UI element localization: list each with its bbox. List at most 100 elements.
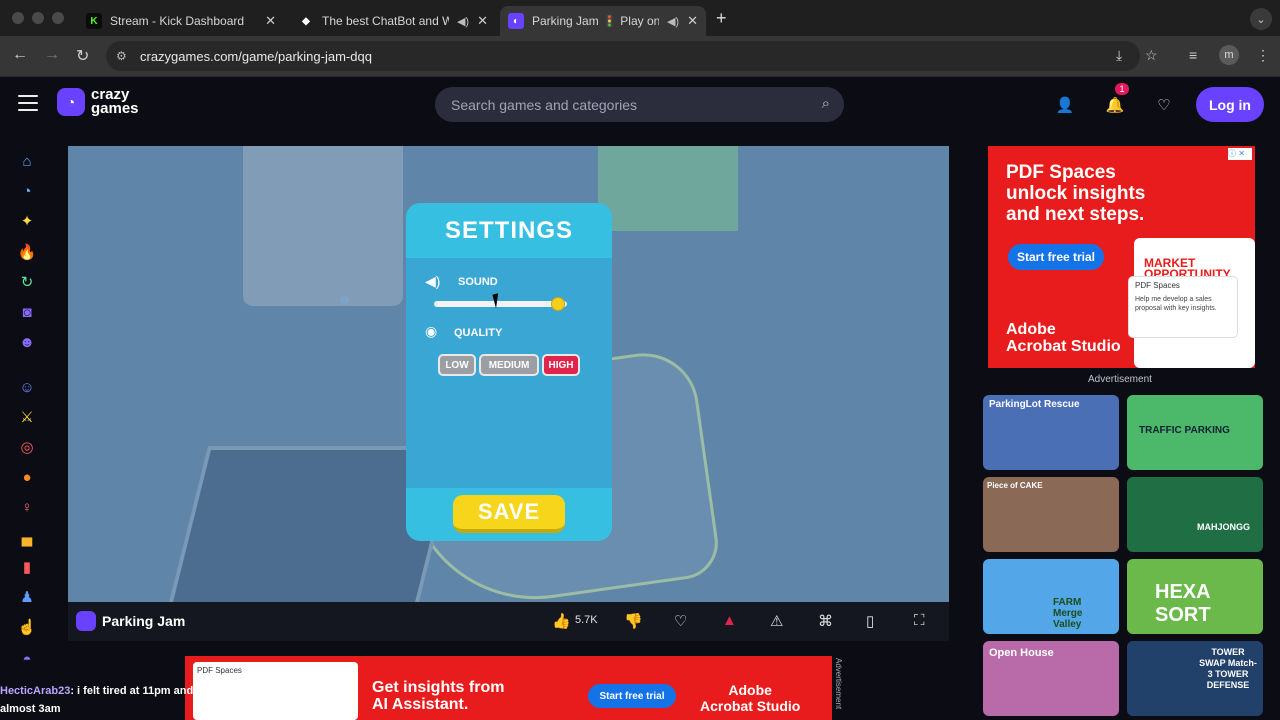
ad-start-trial-button[interactable]: Start free trial — [1008, 244, 1104, 270]
notification-bell-icon[interactable]: 🔔 — [1100, 90, 1130, 120]
two-player-icon[interactable]: ☺ — [18, 378, 36, 396]
adventure-compass-icon[interactable]: ◎ — [18, 438, 36, 456]
search-input[interactable]: Search games and categories ⌕ — [435, 87, 844, 122]
speaker-icon[interactable]: ◀) — [457, 15, 469, 28]
recent-icon[interactable]: ◔ — [18, 182, 36, 200]
reading-list-icon[interactable]: ≡ — [1189, 47, 1197, 63]
back-arrow-icon[interactable]: ← — [12, 46, 28, 64]
speaker-icon[interactable]: ◀) — [667, 15, 679, 28]
ad-headline: PDF Spaces unlock insights and next step… — [1006, 162, 1146, 225]
close-tab-icon[interactable]: ✕ — [687, 13, 698, 29]
updated-icon[interactable]: ↻ — [18, 273, 36, 291]
close-window-dot[interactable] — [12, 12, 24, 24]
crazygames-logo[interactable]: ◔ crazy games — [57, 87, 139, 116]
tab-search-chevron-icon[interactable]: ⌄ — [1250, 8, 1272, 30]
trending-fire-icon[interactable]: 🔥 — [18, 243, 37, 261]
forward-arrow-icon[interactable]: → — [44, 46, 60, 64]
site-info-icon[interactable]: ⚙ — [116, 49, 127, 63]
friends-icon[interactable]: 👤 — [1050, 90, 1080, 120]
originals-icon[interactable]: ◙ — [18, 303, 36, 321]
chatbot-favicon-icon: ◆ — [302, 15, 310, 27]
ad-start-trial-button[interactable]: Start free trial — [588, 684, 676, 708]
ad-brand-line1: Adobe — [1006, 321, 1056, 338]
game-thumbnail[interactable]: HEXA SORT — [1127, 559, 1263, 634]
tab-title: Stream - Kick Dashboard — [110, 14, 245, 28]
feedback-icon[interactable]: ⚠ — [770, 612, 783, 630]
minimize-window-dot[interactable] — [32, 12, 44, 24]
close-tab-icon[interactable]: ✕ — [477, 13, 488, 29]
browser-menu-icon[interactable]: ⋮ — [1256, 47, 1270, 64]
game-thumbnail[interactable]: TOWER SWAP Match-3 TOWER DEFENSE — [1127, 641, 1263, 716]
report-flag-icon[interactable]: ▲ — [722, 612, 737, 629]
new-tab-icon[interactable]: + — [716, 8, 727, 29]
clicker-icon[interactable]: ☝ — [18, 618, 37, 636]
new-icon[interactable]: ✦ — [18, 212, 36, 230]
game-thumbnail[interactable]: TRAFFIC PARKING — [1127, 395, 1263, 470]
tab-parking-jam[interactable]: ◐ Parking Jam 🚦 Play on C ◀) ✕ — [500, 6, 706, 36]
maximize-window-dot[interactable] — [52, 12, 64, 24]
car-icon[interactable]: ▄ — [18, 528, 36, 546]
crazygames-small-logo-icon — [76, 611, 96, 631]
ad-brand: Adobe Acrobat Studio — [700, 682, 800, 714]
scene-tree: ● — [338, 286, 352, 311]
thumb-title: Piece of CAKE — [987, 481, 1043, 490]
basketball-icon[interactable]: ● — [18, 468, 36, 486]
game-toolbar: Parking Jam 👍 5.7K 👎 ♡ ▲ ⚠ ⌘ ▯ ⛶ — [68, 602, 949, 641]
game-title: Parking Jam — [102, 613, 186, 629]
multiplayer-icon[interactable]: ☻ — [18, 333, 36, 351]
sidebar-ad[interactable]: PDF Spaces unlock insights and next step… — [988, 146, 1255, 368]
game-canvas[interactable]: ● SETTINGS ◀) SOUND ◉ QUALITY LOW MEDIUM… — [68, 146, 949, 602]
casual-icon[interactable]: ♟ — [18, 588, 36, 606]
quality-low-button[interactable]: LOW — [438, 354, 476, 376]
embed-icon[interactable]: ⌘ — [818, 612, 833, 630]
profile-avatar[interactable]: m — [1219, 45, 1239, 65]
controller-icon[interactable]: ◓ — [18, 650, 36, 668]
beauty-icon[interactable]: ♀ — [18, 498, 36, 516]
scene-building — [243, 146, 403, 306]
game-thumbnail[interactable]: Open House — [983, 641, 1119, 716]
chat-username: HecticArab23 — [0, 685, 71, 697]
game-thumbnail[interactable]: Piece of CAKE — [983, 477, 1119, 552]
tab-kick-dashboard[interactable]: K Stream - Kick Dashboard ✕ — [78, 6, 284, 36]
settings-panel: SETTINGS ◀) SOUND ◉ QUALITY LOW MEDIUM H… — [406, 203, 612, 541]
close-tab-icon[interactable]: ✕ — [265, 13, 276, 29]
dislike-thumb-icon[interactable]: 👎 — [624, 612, 643, 630]
game-thumbnail[interactable]: FARM Merge Valley — [983, 559, 1119, 634]
ad-brand-line1: Adobe — [728, 682, 772, 698]
search-icon[interactable]: ⌕ — [822, 95, 830, 112]
bookmark-star-icon[interactable]: ☆ — [1145, 47, 1158, 64]
game-thumbnail[interactable]: ParkingLot Rescue — [983, 395, 1119, 470]
ad-brand-line2: Acrobat Studio — [700, 698, 801, 714]
adchoices-icon[interactable]: ⓘ ✕ — [1228, 148, 1252, 160]
sound-slider-knob[interactable] — [550, 297, 565, 311]
install-app-icon[interactable]: ⤓ — [1116, 47, 1122, 64]
card-icon[interactable]: ▮ — [18, 558, 36, 576]
action-sword-icon[interactable]: ⚔ — [18, 408, 36, 426]
mobile-device-icon[interactable]: ▯ — [866, 612, 874, 630]
tab-chatbot[interactable]: ◆ The best ChatBot and Wi ◀) ✕ — [290, 6, 496, 36]
ad-pdf-chip: PDF Spaces — [197, 666, 242, 675]
menu-hamburger-icon[interactable] — [18, 95, 38, 111]
thumb-title: MAHJONGG — [1197, 522, 1251, 532]
fullscreen-icon[interactable]: ⛶ — [914, 612, 925, 629]
login-button[interactable]: Log in — [1196, 87, 1264, 122]
quality-high-button[interactable]: HIGH — [542, 354, 580, 376]
thumb-bg — [1127, 477, 1263, 552]
like-count: 5.7K — [575, 614, 598, 626]
reload-icon[interactable]: ↻ — [76, 46, 89, 66]
save-button[interactable]: SAVE — [453, 495, 565, 533]
scene-grass — [598, 146, 738, 231]
favorite-heart-icon[interactable]: ♡ — [674, 612, 687, 630]
quality-label: QUALITY — [454, 327, 503, 339]
logo-text: crazy games — [91, 87, 139, 116]
address-bar[interactable]: ⚙ crazygames.com/game/parking-jam-dqq — [106, 41, 1140, 71]
game-thumbnail[interactable]: MAHJONGG — [1127, 477, 1263, 552]
thumb-title: FARM Merge Valley — [1053, 597, 1083, 630]
advertisement-vertical-label: Advertisement — [834, 658, 843, 710]
sidebar-rail: ⌂ ◔ ✦ 🔥 ↻ ◙ ☻ ☺ ⚔ ◎ ● ♀ ▄ ▮ ♟ ☝ ◓ — [0, 132, 54, 720]
home-icon[interactable]: ⌂ — [18, 152, 36, 170]
quality-medium-button[interactable]: MEDIUM — [479, 354, 539, 376]
like-thumb-icon[interactable]: 👍 — [552, 612, 571, 630]
favorites-heart-icon[interactable]: ♡ — [1149, 90, 1179, 120]
thumb-title: ParkingLot Rescue — [989, 399, 1080, 410]
